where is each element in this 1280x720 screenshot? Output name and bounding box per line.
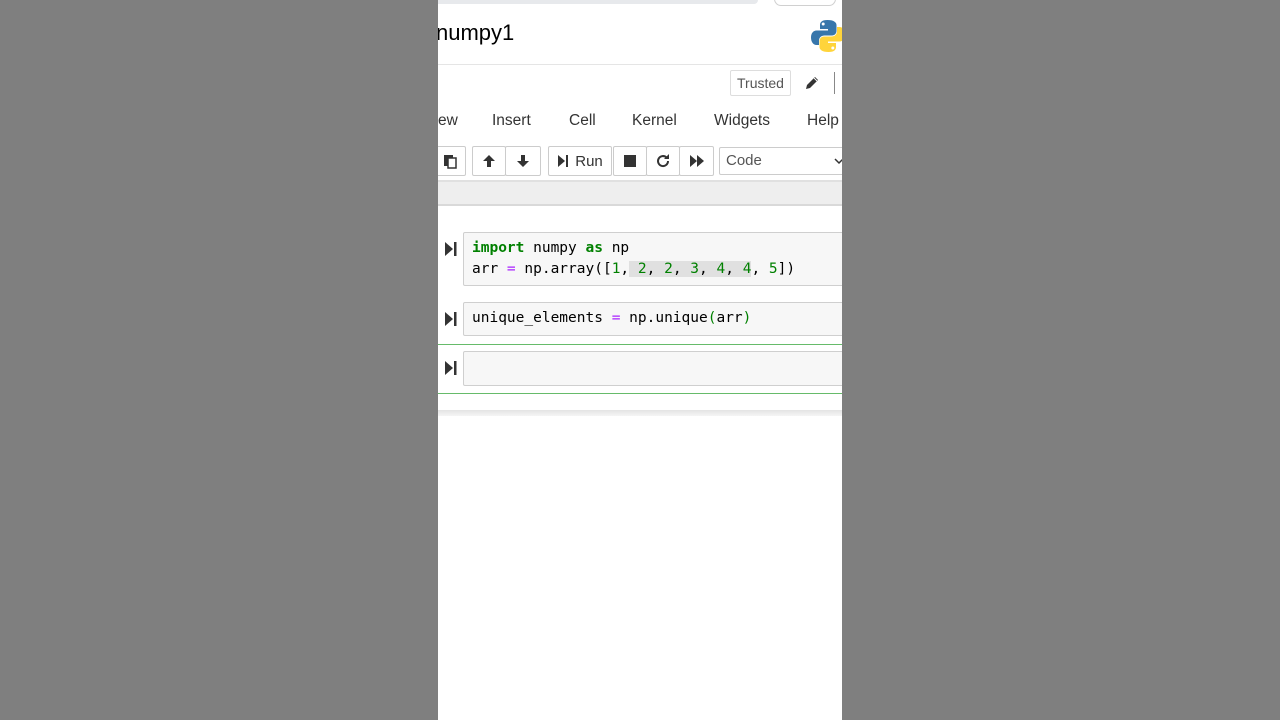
notebook-panel: numpy1 Trusted ew Insert Cell Kernel Wid…	[438, 0, 842, 720]
run-label: Run	[575, 152, 603, 170]
arrow-up-icon	[483, 155, 495, 167]
address-strip	[438, 0, 758, 4]
code-token: arr	[716, 310, 743, 326]
code-line: arr = np.array([1, 2, 2, 3, 4, 4, 5])	[472, 259, 795, 280]
code-token	[629, 261, 638, 277]
menu-bar: ew Insert Cell Kernel Widgets Help	[438, 104, 842, 138]
code-token: 4	[716, 261, 726, 277]
paste-icon	[444, 155, 457, 169]
code-line: import numpy as np	[472, 238, 795, 259]
code-token: )	[742, 310, 752, 326]
menu-kernel[interactable]: Kernel	[632, 112, 677, 130]
menu-help[interactable]: Help	[807, 112, 839, 130]
code-token: ])	[777, 261, 796, 277]
refresh-icon	[657, 154, 670, 168]
cell-type-value: Code	[726, 152, 762, 169]
restart-button[interactable]	[646, 146, 680, 176]
interrupt-button[interactable]	[613, 146, 647, 176]
python-logo-icon	[811, 20, 842, 52]
cell-input[interactable]: import numpy as np arr = np.array([1, 2, …	[463, 232, 842, 286]
cell-input-empty[interactable]	[463, 351, 842, 386]
move-down-button[interactable]	[505, 146, 541, 176]
notebook-background-band	[438, 182, 842, 204]
cell-type-select[interactable]: Code	[719, 147, 842, 175]
menu-widgets[interactable]: Widgets	[714, 112, 770, 130]
notebook-toolbar: Run Code	[438, 146, 842, 176]
code-token: as	[585, 240, 603, 256]
code-token: ,	[725, 261, 743, 277]
paste-button[interactable]	[438, 146, 466, 176]
code-token: np.array([	[515, 261, 612, 277]
code-token: ,	[699, 261, 717, 277]
step-forward-icon	[558, 155, 569, 167]
move-up-button[interactable]	[472, 146, 506, 176]
code-token: np	[602, 240, 630, 256]
code-token: 2	[664, 261, 673, 277]
code-token: np.unique	[620, 310, 708, 326]
code-token: ,	[751, 261, 769, 277]
notebook-top-shadow	[438, 204, 842, 206]
fast-forward-icon	[689, 155, 704, 167]
browser-top-strip	[438, 0, 842, 10]
chevron-down-icon	[834, 158, 842, 165]
cell-input[interactable]: unique_elements = np.unique(arr)	[463, 302, 842, 336]
code-cell[interactable]: unique_elements = np.unique(arr)	[438, 302, 842, 336]
run-cell-icon[interactable]	[444, 241, 458, 257]
code-line: unique_elements = np.unique(arr)	[472, 308, 751, 329]
code-token: 5	[768, 261, 778, 277]
header-divider	[438, 64, 842, 65]
code-token: =	[506, 261, 516, 277]
cell-code[interactable]: unique_elements = np.unique(arr)	[472, 308, 751, 329]
run-all-button[interactable]	[679, 146, 714, 176]
code-token: import	[472, 240, 525, 256]
code-token: arr	[472, 261, 507, 277]
stop-icon	[624, 155, 636, 167]
header-vertical-divider	[834, 72, 835, 94]
cell-code[interactable]: import numpy as np arr = np.array([1, 2, …	[472, 238, 795, 280]
code-cell-selected[interactable]	[438, 351, 842, 387]
run-cell-icon[interactable]	[444, 311, 458, 327]
trusted-badge[interactable]: Trusted	[730, 70, 791, 96]
code-cell[interactable]: import numpy as np arr = np.array([1, 2, …	[438, 232, 842, 288]
run-button[interactable]: Run	[548, 146, 612, 176]
arrow-down-icon	[517, 155, 529, 167]
menu-insert[interactable]: Insert	[492, 112, 531, 130]
code-token: 2	[637, 261, 647, 277]
code-token: ,	[646, 261, 665, 277]
code-token: numpy	[524, 240, 586, 256]
pencil-icon[interactable]	[804, 75, 820, 91]
code-token: 3	[690, 261, 700, 277]
top-pill-button[interactable]	[774, 0, 836, 6]
code-token: ,	[620, 261, 630, 277]
notebook-title[interactable]: numpy1	[438, 20, 514, 46]
code-token: unique_elements	[472, 310, 612, 326]
run-cell-icon[interactable]	[444, 360, 458, 376]
menu-view[interactable]: ew	[438, 112, 458, 130]
notebook-bottom-shadow	[438, 410, 842, 416]
code-token: ,	[672, 261, 691, 277]
menu-cell[interactable]: Cell	[569, 112, 596, 130]
